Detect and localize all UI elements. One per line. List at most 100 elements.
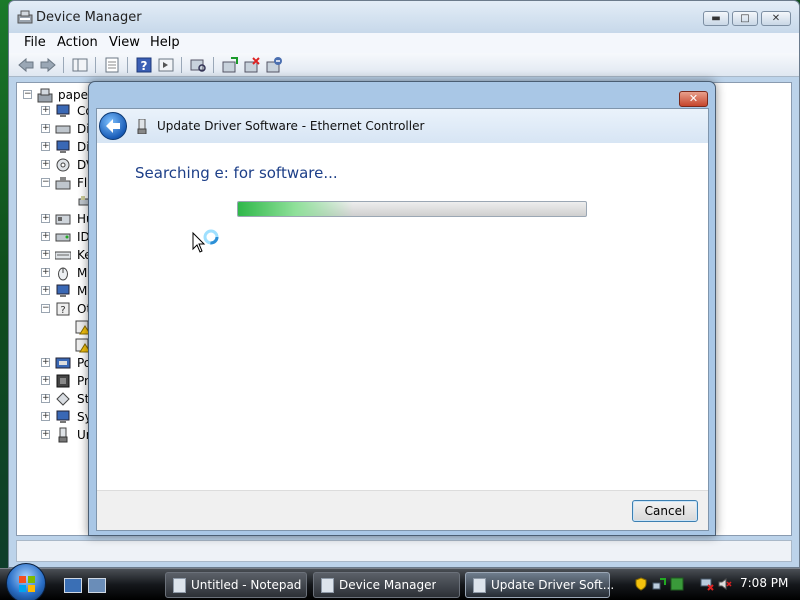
toolbar-divider: [127, 57, 128, 73]
expand-icon[interactable]: +: [41, 106, 50, 115]
security-shield-icon[interactable]: [634, 577, 648, 591]
expand-icon[interactable]: +: [41, 268, 50, 277]
maximize-button[interactable]: □: [732, 11, 758, 26]
console-tree-icon[interactable]: [71, 56, 89, 74]
disable-device-icon[interactable]: [265, 56, 283, 74]
computer-icon: [37, 88, 53, 103]
monitor-icon: [56, 284, 70, 297]
ethernet-device-icon: [473, 578, 486, 593]
minimize-button[interactable]: ▬: [703, 11, 729, 26]
taskbar: Untitled - Notepad Device Manager Update…: [0, 563, 800, 600]
show-desktop-icon[interactable]: [64, 578, 82, 593]
system-tray: 7:08 PM: [628, 572, 798, 598]
storage-controller-icon: [56, 392, 70, 406]
dialog-title: Update Driver Software - Ethernet Contro…: [157, 119, 425, 133]
toolbar-divider: [213, 57, 214, 73]
notepad-icon: [173, 578, 186, 593]
floppy-controller-icon: [55, 177, 71, 190]
tree-item[interactable]: + Ur: [17, 426, 97, 444]
dialog-header: Update Driver Software - Ethernet Contro…: [97, 109, 708, 143]
collapse-icon[interactable]: −: [23, 90, 32, 99]
toolbar: ?: [9, 53, 799, 77]
collapse-icon[interactable]: −: [41, 178, 50, 187]
expand-icon[interactable]: +: [41, 430, 50, 439]
tree-item[interactable]: + St: [17, 390, 97, 408]
tree-item[interactable]: + Co: [17, 102, 97, 120]
menu-action[interactable]: Action: [53, 33, 102, 53]
back-arrow-icon[interactable]: [17, 56, 35, 74]
menu-help[interactable]: Help: [146, 33, 184, 53]
tree-item[interactable]: + Di: [17, 138, 97, 156]
collapse-icon[interactable]: −: [41, 304, 50, 313]
svg-text:?: ?: [60, 305, 65, 316]
expand-icon[interactable]: +: [41, 232, 50, 241]
mouse-icon: [58, 267, 68, 281]
expand-icon[interactable]: +: [41, 394, 50, 403]
update-driver-icon[interactable]: [221, 56, 239, 74]
expand-icon[interactable]: +: [41, 214, 50, 223]
expand-icon[interactable]: +: [41, 358, 50, 367]
dialog-content: Update Driver Software - Ethernet Contro…: [96, 108, 709, 531]
tree-item[interactable]: [17, 318, 97, 336]
progress-bar: [237, 201, 587, 217]
menu-file[interactable]: File: [20, 33, 50, 53]
close-button[interactable]: ✕: [761, 11, 791, 26]
taskbar-device-manager[interactable]: Device Manager: [313, 572, 460, 598]
menu-view[interactable]: View: [105, 33, 144, 53]
volume-muted-icon[interactable]: [718, 577, 732, 591]
expand-icon[interactable]: +: [41, 142, 50, 151]
taskbar-notepad[interactable]: Untitled - Notepad: [165, 572, 307, 598]
tree-item[interactable]: + Di: [17, 120, 97, 138]
network-disconnected-icon[interactable]: [700, 577, 714, 591]
search-status-text: Searching e: for software...: [135, 164, 338, 182]
forward-arrow-icon[interactable]: [39, 56, 57, 74]
update-driver-dialog: ✕ Update Driver Software - Ethernet Cont…: [88, 81, 716, 536]
tree-item[interactable]: [17, 336, 97, 354]
tree-item[interactable]: −? Ot: [17, 300, 97, 318]
action-pane-icon[interactable]: [157, 56, 175, 74]
tree-item[interactable]: + M: [17, 282, 97, 300]
windows-update-icon[interactable]: [670, 577, 684, 591]
display-adapter-icon: [56, 140, 70, 153]
expand-icon[interactable]: +: [41, 250, 50, 259]
expand-icon[interactable]: +: [41, 286, 50, 295]
tree-item[interactable]: + DV: [17, 156, 97, 174]
dialog-body: Searching e: for software...: [97, 143, 708, 490]
windows-logo-icon: [19, 576, 35, 592]
back-button[interactable]: [99, 112, 127, 140]
device-manager-icon: [321, 578, 334, 593]
properties-icon[interactable]: [103, 56, 121, 74]
network-icon[interactable]: [652, 577, 666, 591]
expand-icon[interactable]: +: [41, 376, 50, 385]
tree-item[interactable]: + Hu: [17, 210, 97, 228]
expand-icon[interactable]: +: [41, 160, 50, 169]
system-devices-icon: [56, 410, 70, 423]
usb-icon: [58, 427, 68, 443]
keyboard-icon: [55, 251, 71, 260]
title-bar[interactable]: Device Manager ▬ □ ✕: [9, 1, 799, 33]
dialog-close-button[interactable]: ✕: [679, 91, 708, 107]
expand-icon[interactable]: +: [41, 124, 50, 133]
expand-icon[interactable]: +: [41, 412, 50, 421]
help-icon[interactable]: ?: [135, 56, 153, 74]
tree-item[interactable]: + Sy: [17, 408, 97, 426]
tree-item[interactable]: + M: [17, 264, 97, 282]
cancel-button[interactable]: Cancel: [632, 500, 698, 522]
tree-item[interactable]: [17, 192, 97, 210]
tree-item[interactable]: + Pr: [17, 372, 97, 390]
tree-item[interactable]: + ID: [17, 228, 97, 246]
toolbar-divider: [95, 57, 96, 73]
taskbar-update-driver[interactable]: Update Driver Soft...: [465, 572, 614, 598]
tree-item[interactable]: + Ke: [17, 246, 97, 264]
disk-drive-icon: [55, 125, 71, 134]
tree-item[interactable]: + Po: [17, 354, 97, 372]
task-label: Update Driver Soft...: [491, 578, 615, 592]
scan-hardware-icon[interactable]: [189, 56, 207, 74]
ide-controller-icon: [55, 233, 71, 242]
switch-windows-icon[interactable]: [88, 578, 106, 593]
uninstall-icon[interactable]: [243, 56, 261, 74]
tree-item[interactable]: − Fl: [17, 174, 97, 192]
ethernet-device-icon: [137, 119, 147, 134]
clock[interactable]: 7:08 PM: [740, 576, 788, 590]
start-button[interactable]: [6, 563, 46, 600]
